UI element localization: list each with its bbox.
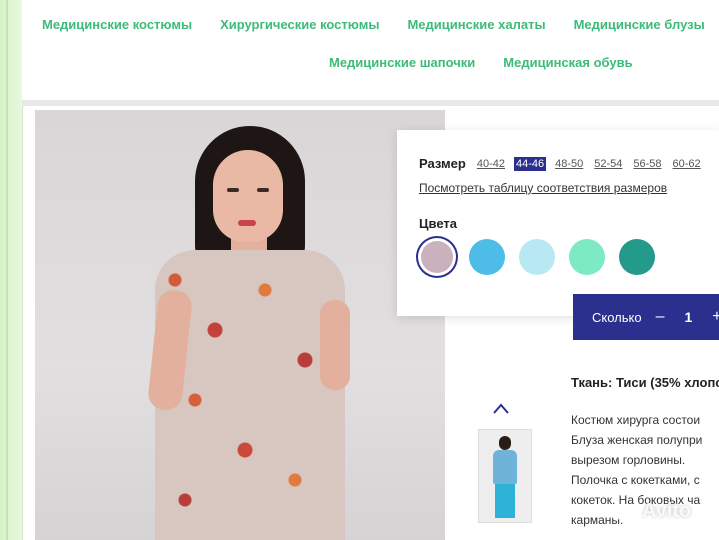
- size-option[interactable]: 60-62: [671, 157, 703, 171]
- size-option[interactable]: 40-42: [475, 157, 507, 171]
- colors-label: Цвета: [419, 216, 457, 231]
- nav-link-surgical-suits[interactable]: Хирургические костюмы: [220, 17, 379, 32]
- quantity-label: Сколько: [592, 309, 642, 325]
- left-border-strip: [0, 0, 23, 540]
- model-arm-right: [320, 300, 350, 390]
- color-swatch-selected[interactable]: [421, 241, 453, 273]
- quantity-minus-button[interactable]: –: [656, 308, 665, 326]
- size-option-selected[interactable]: 44-46: [513, 156, 547, 171]
- model-face: [213, 150, 283, 242]
- color-swatches: [419, 239, 655, 275]
- nav-link-medical-shoes[interactable]: Медицинская обувь: [503, 55, 632, 70]
- chevron-up-icon[interactable]: [491, 399, 511, 419]
- quantity-value[interactable]: 1: [685, 309, 693, 325]
- color-swatch[interactable]: [469, 239, 505, 275]
- model-eye-left: [227, 188, 239, 192]
- thumbnail-model-pants: [495, 484, 515, 518]
- nav-link-medical-gowns[interactable]: Медицинские халаты: [407, 17, 545, 32]
- size-option[interactable]: 48-50: [553, 157, 585, 171]
- nav-link-medical-suits[interactable]: Медицинские костюмы: [42, 17, 192, 32]
- size-table-link[interactable]: Посмотреть таблицу соответствия размеров: [419, 181, 667, 195]
- avito-logo-icon: [612, 501, 638, 523]
- nav-link-medical-caps[interactable]: Медицинские шапочки: [329, 55, 475, 70]
- nav-row-1: Медицинские костюмы Хирургические костюм…: [42, 17, 705, 32]
- model-lips: [238, 220, 256, 226]
- avito-watermark: Avito: [612, 500, 691, 523]
- product-photo[interactable]: [35, 110, 445, 540]
- nav-link-medical-blouses[interactable]: Медицинские блузы: [574, 17, 705, 32]
- color-swatch[interactable]: [519, 239, 555, 275]
- left-border-line: [6, 0, 8, 540]
- nav-divider: [22, 100, 719, 106]
- category-nav: Медицинские костюмы Хирургические костюм…: [22, 0, 719, 100]
- color-swatch[interactable]: [619, 239, 655, 275]
- description-line: Блуза женская полупри: [571, 433, 703, 447]
- product-options-panel: Размер 40-42 44-46 48-50 52-54 56-58 60-…: [397, 130, 719, 316]
- size-selector: Размер 40-42 44-46 48-50 52-54 56-58 60-…: [419, 156, 703, 171]
- nav-row-2: Медицинские шапочки Медицинская обувь: [329, 55, 633, 70]
- description-line: Костюм хирурга состои: [571, 413, 701, 427]
- thumbnail-model-head: [499, 436, 511, 450]
- size-option[interactable]: 52-54: [592, 157, 624, 171]
- size-label: Размер: [419, 156, 466, 171]
- size-option[interactable]: 56-58: [631, 157, 663, 171]
- thumbnail-model-top: [493, 450, 517, 484]
- description-line: вырезом горловины.: [571, 453, 686, 467]
- quantity-plus-button[interactable]: +: [712, 308, 719, 326]
- product-thumbnail[interactable]: [478, 429, 532, 523]
- avito-watermark-text: Avito: [642, 500, 692, 522]
- fabric-info: Ткань: Тиси (35% хлопо: [571, 375, 719, 390]
- quantity-stepper: Сколько – 1 +: [573, 294, 719, 340]
- thumbnail-gallery: [473, 393, 543, 540]
- color-swatch[interactable]: [569, 239, 605, 275]
- model-eye-right: [257, 188, 269, 192]
- description-line: Полочка с кокетками, с: [571, 473, 700, 487]
